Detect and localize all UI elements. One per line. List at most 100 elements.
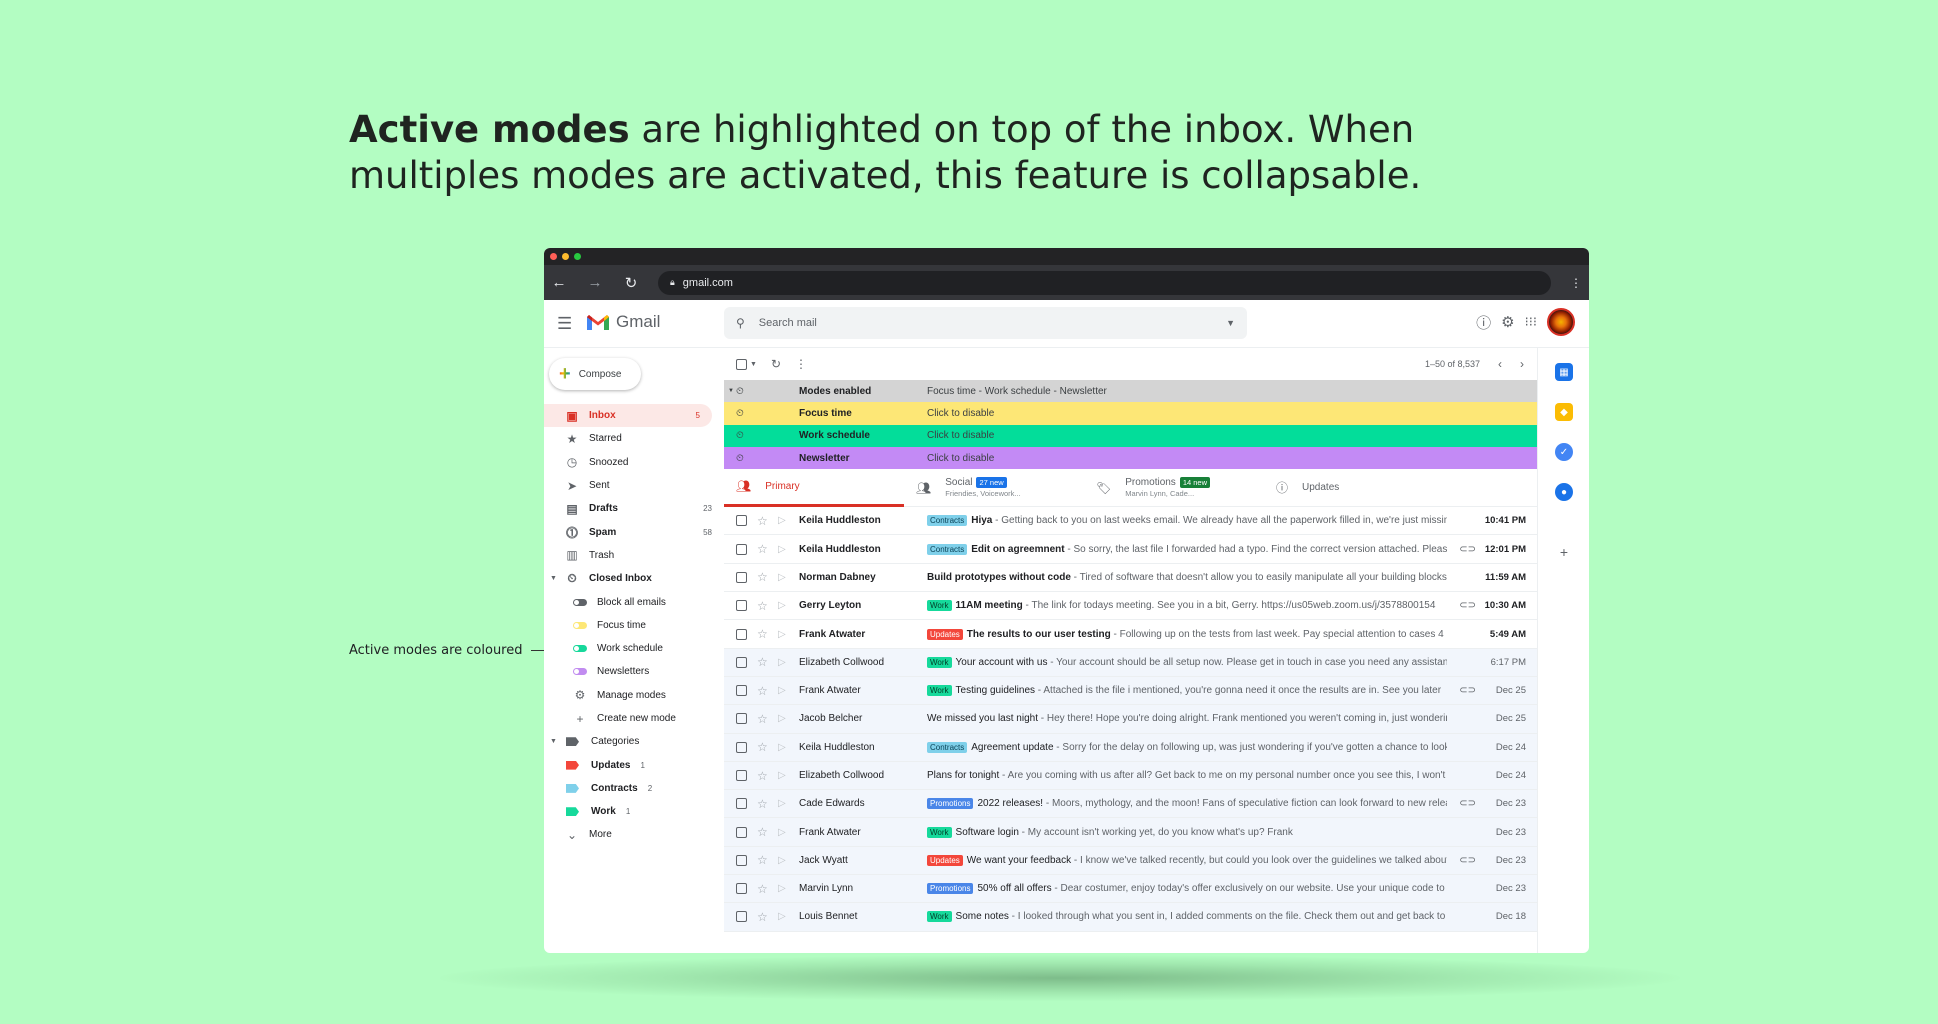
gmail-logo[interactable]: Gmail [586, 312, 660, 332]
importance-marker-icon[interactable]: ▷ [778, 911, 786, 922]
importance-marker-icon[interactable]: ▷ [778, 600, 786, 611]
email-row[interactable]: ☆ ▷ Marvin Lynn Promotions 50% off all offer… [724, 875, 1538, 904]
row-checkbox[interactable] [736, 854, 747, 866]
star-icon[interactable]: ☆ [757, 599, 768, 613]
mode-item-work-schedule[interactable]: Work schedule [544, 637, 724, 660]
star-icon[interactable]: ☆ [757, 825, 768, 839]
mode-row-newsletter[interactable]: ⏲ Newsletter Click to disable [724, 446, 1538, 470]
tab-promotions[interactable]: 🏷︎ Promotions 14 new Marvin Lynn, Cade... [1084, 469, 1264, 507]
toggle-pill-icon[interactable] [573, 598, 587, 606]
importance-marker-icon[interactable]: ▷ [778, 713, 786, 724]
add-addon-icon[interactable]: + [1555, 543, 1573, 561]
row-checkbox[interactable] [736, 883, 747, 895]
star-icon[interactable]: ☆ [757, 684, 768, 698]
apps-grid-icon[interactable]: ⁝⁝⁝ [1525, 314, 1537, 330]
row-checkbox[interactable] [736, 543, 747, 555]
row-checkbox[interactable] [736, 911, 747, 923]
row-checkbox[interactable] [736, 798, 747, 810]
email-label-chip[interactable]: Contracts [927, 741, 968, 753]
maximize-window-dot[interactable] [574, 253, 581, 260]
hamburger-menu-icon[interactable]: ☰ [557, 314, 572, 334]
email-label-chip[interactable]: Work [927, 685, 952, 697]
star-icon[interactable]: ☆ [757, 542, 768, 556]
refresh-icon[interactable]: ↻ [771, 357, 781, 371]
email-row[interactable]: ☆ ▷ Frank Atwater Work Software login - My a… [724, 818, 1538, 847]
row-checkbox[interactable] [736, 628, 747, 640]
importance-marker-icon[interactable]: ▷ [778, 742, 786, 753]
importance-marker-icon[interactable]: ▷ [778, 855, 786, 866]
star-icon[interactable]: ☆ [757, 769, 768, 783]
attachment-icon[interactable]: ⊂⊃ [1459, 685, 1476, 696]
sidebar-item-categories[interactable]: ▼ Categories [544, 730, 724, 753]
importance-marker-icon[interactable]: ▷ [778, 515, 786, 526]
mode-item-newsletters[interactable]: Newsletters [544, 660, 724, 683]
star-icon[interactable]: ☆ [757, 627, 768, 641]
importance-marker-icon[interactable]: ▷ [778, 629, 786, 640]
search-options-icon[interactable]: ▼ [1226, 318, 1235, 328]
sidebar-item-work[interactable]: Work 1 [544, 800, 724, 823]
attachment-icon[interactable]: ⊂⊃ [1459, 798, 1476, 809]
more-actions-icon[interactable]: ⋮ [795, 357, 807, 371]
email-row[interactable]: ☆ ▷ Keila Huddleston Contracts Edit on agree… [724, 535, 1538, 564]
sidebar-item-sent[interactable]: ➤ Sent [544, 474, 724, 497]
email-row[interactable]: ☆ ▷ Jack Wyatt Updates We want your feedback… [724, 846, 1538, 876]
star-icon[interactable]: ☆ [757, 910, 768, 924]
email-row[interactable]: ☆ ▷ Louis Bennet Work Some notes - I looked … [724, 903, 1538, 932]
star-icon[interactable]: ☆ [757, 797, 768, 811]
browser-menu-icon[interactable]: ⋮ [1569, 276, 1583, 290]
email-row[interactable]: ☆ ▷ Elizabeth Collwood Work Your account wit… [724, 648, 1538, 677]
manage-modes-item[interactable]: ⚙ Manage modes [544, 684, 724, 707]
minimize-window-dot[interactable] [562, 253, 569, 260]
modes-enabled-row[interactable]: ▼ ⏲ Modes enabled Focus time - Work sche… [724, 380, 1538, 403]
row-checkbox[interactable] [736, 770, 747, 781]
tasks-icon[interactable]: ✓ [1555, 443, 1573, 461]
attachment-icon[interactable]: ⊂⊃ [1459, 855, 1476, 866]
compose-button[interactable]: + Compose [549, 358, 641, 390]
toggle-pill-icon[interactable] [573, 645, 587, 653]
row-checkbox[interactable] [736, 600, 747, 612]
row-checkbox[interactable] [736, 656, 747, 668]
star-icon[interactable]: ☆ [757, 655, 768, 669]
collapse-arrow-icon[interactable]: ▼ [550, 738, 557, 745]
search-bar[interactable]: ⚲ Search mail ▼ [724, 307, 1247, 339]
email-label-chip[interactable]: Promotions [927, 883, 974, 895]
email-row[interactable]: ☆ ▷ Frank Atwater Updates The results to our… [724, 620, 1538, 649]
importance-marker-icon[interactable]: ▷ [778, 827, 786, 838]
email-label-chip[interactable]: Updates [927, 628, 963, 640]
search-icon[interactable]: ⚲ [736, 316, 745, 330]
importance-marker-icon[interactable]: ▷ [778, 657, 786, 668]
sidebar-item-starred[interactable]: ★ Starred [544, 427, 724, 450]
email-row[interactable]: ☆ ▷ Jacob Belcher We missed you last night … [724, 705, 1538, 734]
email-label-chip[interactable]: Promotions [927, 798, 974, 810]
sidebar-item-drafts[interactable]: ▤ Drafts 23 [544, 497, 724, 520]
star-icon[interactable]: ☆ [757, 712, 768, 726]
star-icon[interactable]: ☆ [757, 882, 768, 896]
tab-updates[interactable]: ⓘ Updates [1264, 469, 1444, 507]
email-row[interactable]: ☆ ▷ Elizabeth Collwood Plans for tonight - … [724, 761, 1538, 791]
email-label-chip[interactable]: Work [927, 911, 952, 923]
email-row[interactable]: ☆ ▷ Keila Huddleston Contracts Agreement upd… [724, 733, 1538, 762]
select-all-checkbox[interactable]: ▼ [736, 358, 757, 370]
email-row[interactable]: ☆ ▷ Cade Edwards Promotions 2022 releases! -… [724, 790, 1538, 819]
calendar-icon[interactable]: ▦ [1555, 363, 1573, 381]
sidebar-item-more[interactable]: ⌄ More [544, 823, 724, 846]
tab-social[interactable]: 👥︎ Social 27 new Friendies, Voicework... [904, 469, 1084, 507]
help-icon[interactable]: ⓘ [1476, 312, 1491, 333]
mode-row-focus-time[interactable]: ⏲ Focus time Click to disable [724, 402, 1538, 425]
sidebar-item-inbox[interactable]: ▣ Inbox 5 [544, 404, 712, 428]
importance-marker-icon[interactable]: ▷ [778, 685, 786, 696]
mode-item-block-all-emails[interactable]: Block all emails [544, 590, 724, 613]
email-label-chip[interactable]: Updates [927, 854, 963, 866]
row-checkbox[interactable] [736, 741, 747, 753]
back-arrow-icon[interactable]: ← [550, 274, 568, 291]
star-icon[interactable]: ☆ [757, 514, 768, 528]
email-row[interactable]: ☆ ▷ Keila Huddleston Contracts Hiya - Gettin… [724, 507, 1538, 536]
reload-icon[interactable]: ↻ [622, 274, 640, 292]
next-page-icon[interactable]: › [1520, 357, 1524, 371]
settings-gear-icon[interactable]: ⚙ [1501, 313, 1514, 331]
sidebar-item-spam[interactable]: ⓵ Spam 58 [544, 520, 724, 543]
sidebar-item-contracts[interactable]: Contracts 2 [544, 777, 724, 800]
importance-marker-icon[interactable]: ▷ [778, 544, 786, 555]
search-input[interactable]: Search mail [759, 317, 1226, 329]
collapse-modes-icon[interactable]: ▼ [728, 388, 734, 394]
